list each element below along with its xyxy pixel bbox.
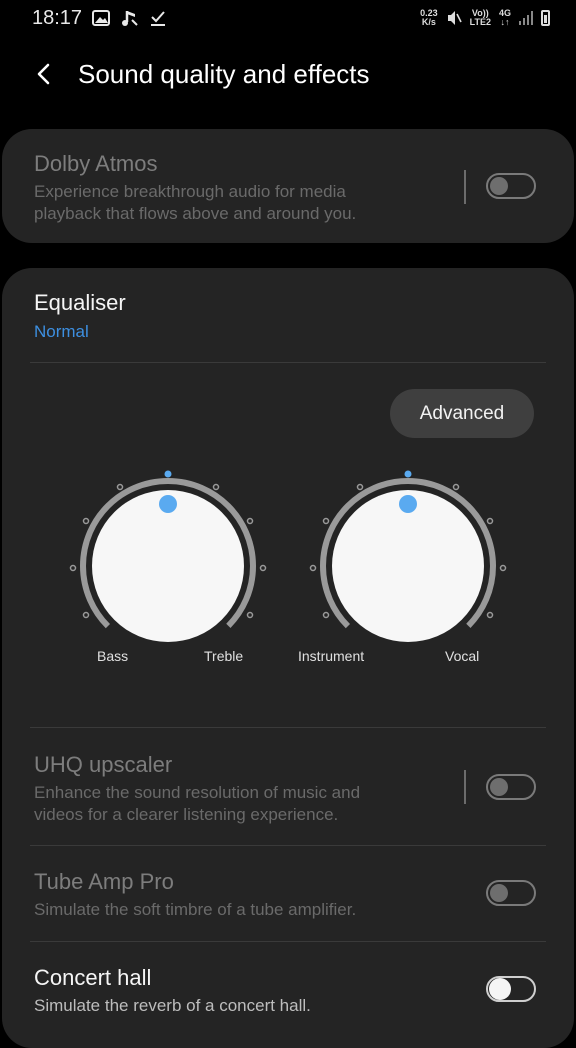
bass-treble-knob[interactable]	[48, 446, 288, 686]
dolby-atmos-subtitle: Experience breakthrough audio for media …	[34, 182, 357, 223]
tube-amp-pro-title: Tube Amp Pro	[34, 869, 174, 894]
toggle-knob	[490, 884, 508, 902]
dolby-atmos-title: Dolby Atmos	[34, 151, 158, 176]
concert-hall-toggle[interactable]	[486, 976, 536, 1002]
knob-position-marker	[404, 470, 412, 478]
bass-label: Bass	[97, 648, 129, 664]
vocal-label: Vocal	[445, 648, 480, 664]
app-header: Sound quality and effects	[0, 52, 576, 96]
check-icon	[151, 11, 166, 26]
page-title: Sound quality and effects	[78, 58, 370, 89]
equaliser-card: Equaliser Normal Advanced Bass Treble In…	[2, 268, 574, 1048]
concert-hall-title: Concert hall	[34, 965, 152, 990]
gallery-icon	[92, 10, 111, 26]
uhq-upscaler-subtitle: Enhance the sound resolution of music an…	[34, 783, 361, 824]
network-speed: 0.23 K/s	[420, 8, 438, 27]
divider-vertical	[464, 170, 466, 204]
back-button[interactable]	[20, 52, 68, 96]
knob-position-marker	[164, 470, 172, 478]
concert-hall-row[interactable]: Concert hall Simulate the reverb of a co…	[34, 965, 544, 1017]
equaliser-knobs	[48, 446, 507, 686]
dolby-atmos-toggle[interactable]	[486, 173, 536, 199]
music-icon	[122, 11, 138, 26]
knob-indicator-dot	[399, 495, 417, 513]
network-type: 4G ↓↑	[498, 8, 511, 27]
knob-indicator-dot	[159, 495, 177, 513]
uhq-upscaler-toggle[interactable]	[486, 774, 536, 800]
treble-label: Treble	[204, 648, 244, 664]
instrument-label: Instrument	[298, 648, 365, 664]
divider	[30, 845, 546, 846]
toggle-knob	[490, 177, 508, 195]
tube-amp-pro-row[interactable]: Tube Amp Pro Simulate the soft timbre of…	[34, 869, 544, 921]
dolby-atmos-row[interactable]: Dolby Atmos Experience breakthrough audi…	[34, 151, 544, 225]
status-time: 18:17	[32, 6, 83, 29]
toggle-knob	[490, 778, 508, 796]
chevron-left-icon	[37, 63, 50, 85]
tube-amp-pro-toggle[interactable]	[486, 880, 536, 906]
uhq-upscaler-title: UHQ upscaler	[34, 752, 173, 777]
divider	[30, 727, 546, 728]
divider	[30, 941, 546, 942]
toggle-knob	[489, 978, 511, 1000]
signal-icon	[519, 11, 533, 25]
status-bar: 18:17 0.23 K/s Vo)) LTE2 4G ↓↑	[0, 0, 576, 36]
tube-amp-pro-subtitle: Simulate the soft timbre of a tube ampli…	[34, 900, 357, 919]
divider-vertical	[464, 770, 466, 804]
dolby-atmos-card: Dolby Atmos Experience breakthrough audi…	[2, 129, 574, 243]
mute-icon	[447, 11, 462, 25]
battery-icon	[541, 10, 550, 26]
uhq-upscaler-row[interactable]: UHQ upscaler Enhance the sound resolutio…	[34, 752, 544, 826]
volte-indicator: Vo)) LTE2	[469, 8, 491, 27]
concert-hall-subtitle: Simulate the reverb of a concert hall.	[34, 996, 311, 1015]
